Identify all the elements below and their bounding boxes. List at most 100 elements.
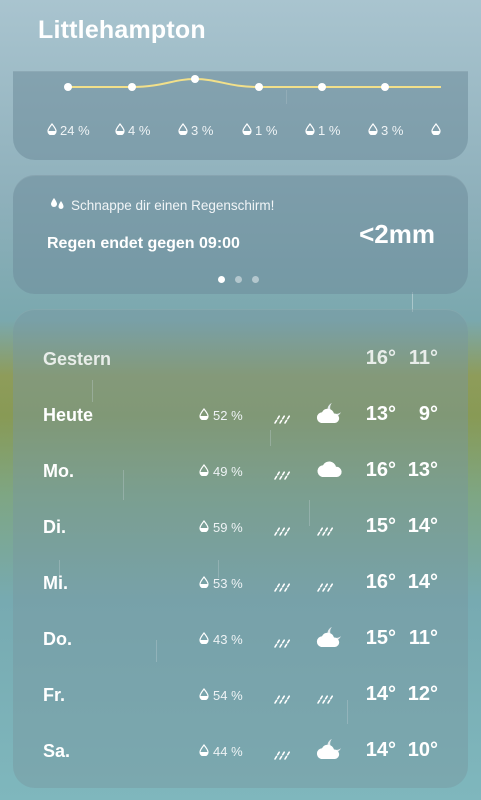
- day-label: Fr.: [43, 685, 66, 705]
- precip-chance: 59 %: [199, 520, 243, 535]
- rain-icon: [271, 741, 299, 770]
- hourly-precip-value: 4 %: [128, 123, 151, 138]
- hourly-precip-1: 4 %: [115, 123, 150, 138]
- forecast-row[interactable]: Di. 59 % 15° 14°: [13, 507, 468, 563]
- hourly-precip-6: [431, 123, 444, 138]
- low-temp: 14°: [407, 515, 438, 537]
- precipitation-alert-card[interactable]: Schnappe dir einen Regenschirm! Regen en…: [13, 175, 468, 294]
- low-temp: 10°: [407, 739, 438, 761]
- high-temp: 16°: [365, 459, 396, 481]
- rain-amount: <2mm: [359, 219, 435, 249]
- drop-icon: [199, 576, 209, 591]
- precip-chance-value: 43 %: [213, 632, 243, 647]
- day-label: Do.: [43, 629, 72, 649]
- page-dot-1[interactable]: [218, 276, 225, 283]
- rain-icon: [271, 685, 299, 714]
- drop-icon: [199, 408, 209, 423]
- day-label: Gestern: [43, 349, 112, 369]
- day-label: Heute: [43, 405, 94, 425]
- temperature-range: 16° 13°: [358, 459, 438, 482]
- day-label: Sa.: [43, 741, 71, 761]
- drop-icon: [199, 464, 209, 479]
- low-temp: 14°: [407, 571, 438, 593]
- high-temp: 13°: [365, 403, 396, 425]
- forecast-row[interactable]: Gestern 16° 11°: [13, 339, 468, 395]
- drop-icon: [115, 123, 125, 138]
- cloud-icon: [314, 457, 344, 486]
- rain-icon: [314, 517, 342, 546]
- high-temp: 14°: [365, 683, 396, 705]
- cloudy-night-icon: [314, 737, 344, 768]
- alert-hint-text: Schnappe dir einen Regenschirm!: [71, 198, 275, 213]
- precip-chance-value: 59 %: [213, 520, 243, 535]
- low-temp: 11°: [408, 627, 438, 649]
- day-label: Di.: [43, 517, 67, 537]
- day-label: Mi.: [43, 573, 68, 593]
- temperature-range: 16° 14°: [358, 571, 438, 594]
- precip-chance: 54 %: [199, 688, 243, 703]
- rain-icon: [271, 517, 299, 546]
- precip-chance: 53 %: [199, 576, 243, 591]
- drop-icon: [199, 520, 209, 535]
- forecast-row[interactable]: Fr. 54 % 14° 12°: [13, 675, 468, 731]
- low-temp: 11°: [408, 347, 438, 369]
- rain-icon: [271, 405, 299, 434]
- cloudy-night-icon: [314, 401, 344, 432]
- high-temp: 15°: [365, 627, 396, 649]
- alert-hint: Schnappe dir einen Regenschirm!: [49, 196, 274, 215]
- forecast-row[interactable]: Do. 43 % 15° 11°: [13, 619, 468, 675]
- precip-chance: 44 %: [199, 744, 243, 759]
- drop-icon: [368, 123, 378, 138]
- drop-icon: [305, 123, 315, 138]
- forecast-row[interactable]: Mo. 49 % 16° 13°: [13, 451, 468, 507]
- precip-chance-value: 49 %: [213, 464, 243, 479]
- forecast-row[interactable]: Sa. 44 % 14° 10°: [13, 731, 468, 787]
- precip-chance: 43 %: [199, 632, 243, 647]
- hourly-forecast-card[interactable]: [13, 71, 468, 160]
- drop-icon: [431, 123, 441, 138]
- page-indicator[interactable]: [218, 276, 259, 283]
- precip-chance: 52 %: [199, 408, 243, 423]
- temperature-range: 15° 11°: [358, 627, 438, 650]
- precip-chance-value: 53 %: [213, 576, 243, 591]
- temperature-range: 15° 14°: [358, 515, 438, 538]
- low-temp: 13°: [407, 459, 438, 481]
- high-temp: 16°: [365, 347, 396, 369]
- precip-chance-value: 52 %: [213, 408, 243, 423]
- hourly-precip-0: 24 %: [47, 123, 90, 138]
- drop-icon: [199, 744, 209, 759]
- page-dot-2[interactable]: [235, 276, 242, 283]
- hourly-precip-value: 24 %: [60, 123, 90, 138]
- rain-icon: [314, 573, 342, 602]
- hourly-precip-2: 3 %: [178, 123, 213, 138]
- droplets-icon: [49, 196, 65, 215]
- hourly-precip-value: 3 %: [381, 123, 404, 138]
- drop-icon: [47, 123, 57, 138]
- rain-icon: [271, 629, 299, 658]
- rain-icon: [271, 461, 299, 490]
- drop-icon: [199, 632, 209, 647]
- hourly-precip-value: 1 %: [318, 123, 341, 138]
- page-dot-3[interactable]: [252, 276, 259, 283]
- forecast-row[interactable]: Mi. 53 % 16° 14°: [13, 563, 468, 619]
- cloudy-night-icon: [314, 625, 344, 656]
- drop-icon: [199, 688, 209, 703]
- forecast-row[interactable]: Heute 52 % 13° 9°: [13, 395, 468, 451]
- high-temp: 15°: [365, 515, 396, 537]
- precip-chance-value: 54 %: [213, 688, 243, 703]
- low-temp: 12°: [407, 683, 438, 705]
- rain-icon: [271, 573, 299, 602]
- drop-icon: [178, 123, 188, 138]
- location-title: Littlehampton: [38, 16, 206, 44]
- precip-chance-value: 44 %: [213, 744, 243, 759]
- temperature-range: 14° 12°: [358, 683, 438, 706]
- high-temp: 16°: [365, 571, 396, 593]
- daily-forecast-card[interactable]: Gestern 16° 11° Heute 52 % 13° 9° Mo. 49 % 16° 13°…: [13, 309, 468, 788]
- low-temp: 9°: [418, 403, 438, 425]
- hourly-precip-value: 1 %: [255, 123, 278, 138]
- hourly-precip-3: 1 %: [242, 123, 277, 138]
- hourly-precip-4: 1 %: [305, 123, 340, 138]
- hourly-precip-value: 3 %: [191, 123, 214, 138]
- temperature-range: 13° 9°: [358, 403, 438, 426]
- precip-chance: 49 %: [199, 464, 243, 479]
